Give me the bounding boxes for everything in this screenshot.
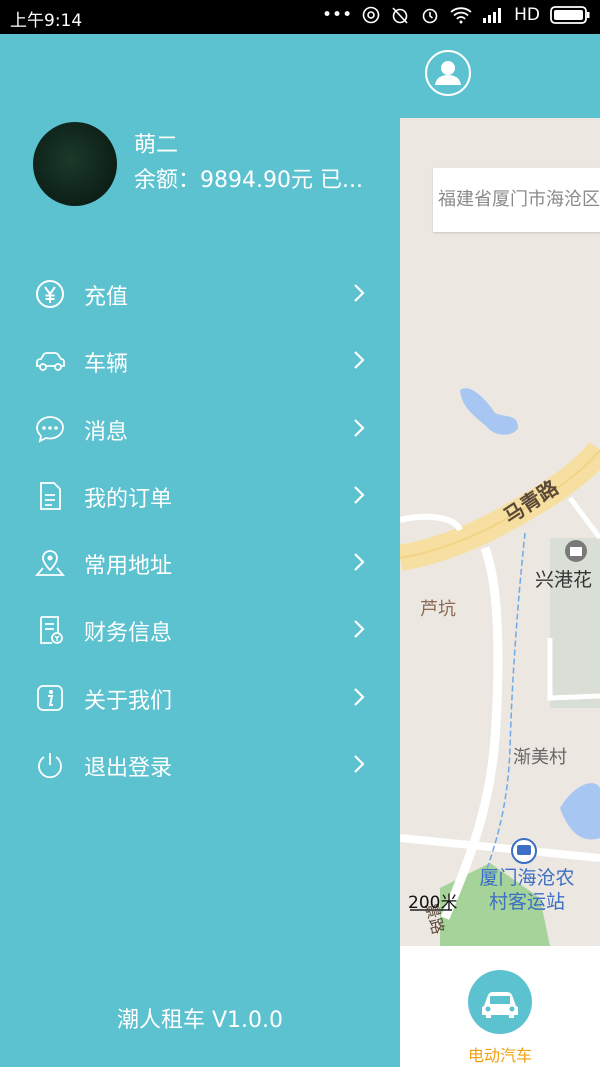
drawer-menu: 充值 车辆 消息 我的订单 常用地址 财务信息 关于我们 退出登录 [0, 260, 400, 798]
bus-station-label[interactable]: 厦门海沧农村客运站 [472, 866, 582, 914]
menu-label: 关于我们 [84, 688, 173, 714]
message-icon [36, 415, 64, 443]
chevron-right-icon [354, 351, 365, 370]
chevron-right-icon [354, 620, 365, 639]
place-label-xinggang: 兴港花 [535, 569, 593, 591]
signal-icon [483, 8, 502, 23]
wifi-icon [450, 7, 472, 24]
menu-label: 常用地址 [84, 554, 173, 580]
status-icons: ••• HD [322, 5, 590, 25]
user-name: 萌二 [134, 133, 179, 158]
menu-item-finance[interactable]: 财务信息 [0, 596, 400, 663]
menu-item-about[interactable]: 关于我们 [0, 664, 400, 731]
place-label-lukeng: 芦坑 [420, 599, 456, 620]
info-icon [37, 684, 63, 711]
side-drawer: 萌二 余额：9894.90元 已... 充值 车辆 消息 我的订单 常用地址 财… [0, 34, 400, 1067]
menu-item-addresses[interactable]: 常用地址 [0, 529, 400, 596]
app-version: 潮人租车 V1.0.0 [116, 1008, 284, 1033]
profile-avatar[interactable] [33, 122, 117, 206]
electric-car-button[interactable] [468, 970, 532, 1034]
chevron-right-icon [354, 418, 365, 437]
menu-label: 充值 [84, 285, 129, 310]
menu-label: 消息 [84, 419, 129, 445]
yen-icon [36, 280, 64, 308]
user-avatar-button[interactable] [425, 50, 471, 96]
network-type: HD [514, 5, 540, 25]
user-icon [435, 61, 461, 85]
status-time: 上午9:14 [10, 11, 83, 31]
menu-item-messages[interactable]: 消息 [0, 395, 400, 462]
chevron-right-icon [354, 553, 365, 571]
map-graphics [400, 388, 600, 946]
map-view[interactable]: 福建省厦门市海沧区 马青路 兴港花 芦坑 渐美村 景路 厦门海沧农村客运站 20… [400, 118, 600, 946]
menu-label: 我的订单 [84, 486, 173, 512]
menu-item-recharge[interactable]: 充值 [0, 260, 400, 327]
battery-icon [550, 6, 590, 24]
alarm-icon [422, 8, 438, 24]
finance-icon [40, 616, 63, 645]
more-dots-icon: ••• [322, 5, 353, 25]
place-label-jianmei: 渐美村 [513, 747, 567, 768]
order-icon [40, 481, 61, 510]
car-icon [36, 352, 65, 372]
hotspot-icon [362, 6, 380, 24]
electric-car-label: 电动汽车 [467, 1046, 532, 1065]
map-scale: 200米 [408, 893, 458, 913]
address-bar[interactable]: 福建省厦门市海沧区 [433, 168, 600, 232]
chevron-right-icon [354, 486, 365, 504]
location-icon [35, 550, 65, 577]
status-bar: 上午9:14 ••• HD [0, 0, 600, 34]
menu-item-orders[interactable]: 我的订单 [0, 462, 400, 529]
alarm-off-icon [392, 7, 408, 24]
chevron-right-icon [354, 688, 365, 706]
menu-label: 车辆 [84, 352, 129, 378]
chevron-right-icon [354, 284, 365, 302]
chevron-right-icon [354, 755, 365, 773]
vehicle-type-bar: 电动汽车 [400, 946, 600, 1067]
account-balance: 余额：9894.90元 已... [134, 168, 363, 193]
menu-item-logout[interactable]: 退出登录 [0, 731, 400, 798]
menu-label: 财务信息 [84, 621, 173, 647]
power-icon [38, 753, 62, 779]
car-icon [482, 992, 518, 1018]
menu-item-vehicles[interactable]: 车辆 [0, 327, 400, 394]
menu-label: 退出登录 [84, 756, 173, 782]
